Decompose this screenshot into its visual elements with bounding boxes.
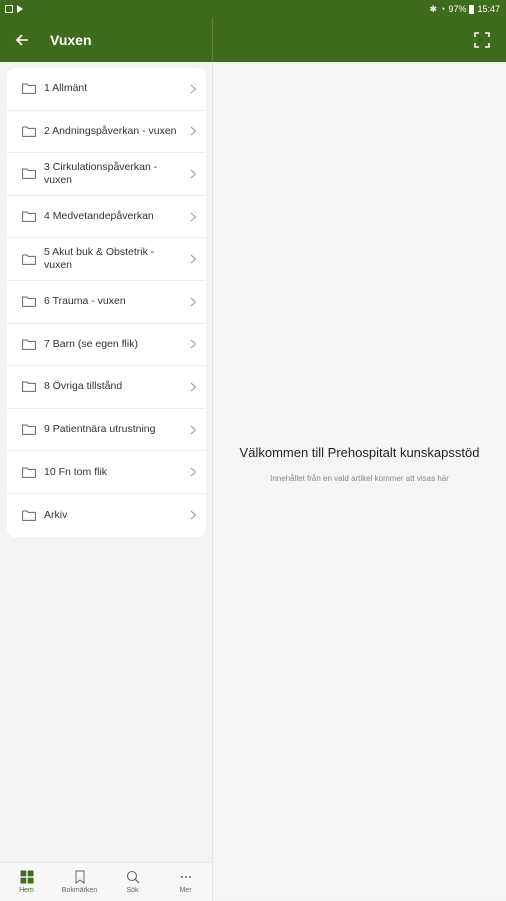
wifi-icon: ◔ bbox=[440, 3, 446, 14]
chevron-right-icon bbox=[190, 339, 197, 349]
fullscreen-icon[interactable] bbox=[474, 32, 490, 48]
list-item-label: 5 Akut buk & Obstetrik - vuxen bbox=[44, 246, 155, 272]
nav-search[interactable]: Sök bbox=[106, 863, 159, 901]
list-item[interactable]: 2 Andningspåverkan - vuxen bbox=[7, 111, 206, 154]
list-item[interactable]: 4 Medvetandepåverkan bbox=[7, 196, 206, 239]
list-item-label: 8 Övriga tillstånd bbox=[44, 380, 123, 393]
bluetooth-icon: ✱ bbox=[429, 3, 438, 14]
folder-icon bbox=[22, 126, 36, 137]
list-item[interactable]: 5 Akut buk & Obstetrik - vuxen bbox=[7, 238, 206, 281]
page-title: Vuxen bbox=[50, 32, 92, 48]
list-item-label: 10 Fn tom flik bbox=[44, 465, 108, 478]
folder-icon bbox=[22, 83, 36, 95]
content-toolbar bbox=[213, 18, 506, 62]
more-icon bbox=[180, 876, 191, 878]
list-item[interactable]: 10 Fn tom flik bbox=[7, 451, 206, 494]
welcome-title: Välkommen till Prehospitalt kunskapsstöd bbox=[239, 445, 480, 460]
chevron-right-icon bbox=[190, 297, 197, 307]
chevron-right-icon bbox=[190, 510, 197, 520]
chevron-right-icon bbox=[190, 212, 197, 221]
nav-home[interactable]: Hem bbox=[0, 863, 53, 901]
category-list: 1 Allmänt 2 Andningspåverkan - vuxen 3 C… bbox=[7, 68, 206, 537]
chevron-right-icon bbox=[190, 84, 197, 94]
nav-more[interactable]: Mer bbox=[159, 863, 212, 901]
welcome-subtitle: Innehållet från en vald artikel kommer a… bbox=[270, 474, 449, 483]
folder-icon bbox=[22, 510, 36, 521]
list-item[interactable]: 7 Barn (se egen flik) bbox=[7, 324, 206, 367]
status-bar: ✱ ◔ 97% 15:47 bbox=[0, 0, 506, 18]
list-item-label: 2 Andningspåverkan - vuxen bbox=[44, 124, 177, 137]
back-button[interactable] bbox=[0, 18, 44, 62]
app-toolbar: Vuxen bbox=[0, 18, 212, 62]
folder-icon bbox=[22, 381, 36, 393]
list-item[interactable]: 8 Övriga tillstånd bbox=[7, 366, 206, 409]
category-panel: 1 Allmänt 2 Andningspåverkan - vuxen 3 C… bbox=[0, 62, 213, 862]
article-content-area: Välkommen till Prehospitalt kunskapsstöd… bbox=[213, 62, 506, 900]
gallery-notification-icon bbox=[5, 5, 13, 13]
chevron-right-icon bbox=[190, 254, 197, 264]
list-item[interactable]: Arkiv bbox=[7, 494, 206, 537]
play-notification-icon bbox=[17, 5, 23, 13]
list-item[interactable]: 9 Patientnära utrustning bbox=[7, 409, 206, 452]
bookmark-icon bbox=[75, 870, 84, 884]
chevron-right-icon bbox=[190, 169, 197, 179]
clock: 15:47 bbox=[477, 4, 500, 14]
bottom-navigation: Hem Bokmärken Sök Mer bbox=[0, 862, 213, 901]
list-item-label: 9 Patientnära utrustning bbox=[44, 423, 156, 436]
battery-icon bbox=[469, 4, 475, 14]
battery-percent: 97% bbox=[448, 4, 467, 14]
chevron-right-icon bbox=[190, 382, 197, 392]
chevron-right-icon bbox=[190, 467, 197, 477]
list-item[interactable]: 6 Trauma - vuxen bbox=[7, 281, 206, 324]
list-item-label: 3 Cirkulationspåverkan - vuxen bbox=[44, 160, 158, 186]
list-item-label: 6 Trauma - vuxen bbox=[44, 295, 126, 308]
nav-search-label: Sök bbox=[126, 887, 139, 894]
arrow-left-icon bbox=[15, 34, 28, 46]
nav-bookmarks[interactable]: Bokmärken bbox=[53, 863, 106, 901]
folder-icon bbox=[22, 168, 36, 180]
nav-bookmarks-label: Bokmärken bbox=[61, 887, 98, 894]
chevron-right-icon bbox=[190, 425, 197, 434]
home-grid-icon bbox=[20, 870, 33, 884]
chevron-right-icon bbox=[190, 127, 197, 136]
folder-icon bbox=[22, 254, 36, 265]
list-item[interactable]: 1 Allmänt bbox=[7, 68, 206, 111]
nav-home-label: Hem bbox=[19, 887, 34, 894]
folder-icon bbox=[22, 424, 36, 435]
list-item-label: 7 Barn (se egen flik) bbox=[44, 337, 138, 350]
list-item-label: Arkiv bbox=[44, 508, 68, 521]
list-item[interactable]: 3 Cirkulationspåverkan - vuxen bbox=[7, 153, 206, 196]
list-item-label: 1 Allmänt bbox=[44, 82, 88, 95]
list-item-label: 4 Medvetandepåverkan bbox=[44, 210, 154, 223]
folder-icon bbox=[22, 296, 36, 308]
folder-icon bbox=[22, 467, 36, 478]
folder-icon bbox=[22, 211, 36, 222]
nav-more-label: Mer bbox=[179, 887, 192, 894]
search-icon bbox=[126, 870, 139, 884]
folder-icon bbox=[22, 339, 36, 350]
